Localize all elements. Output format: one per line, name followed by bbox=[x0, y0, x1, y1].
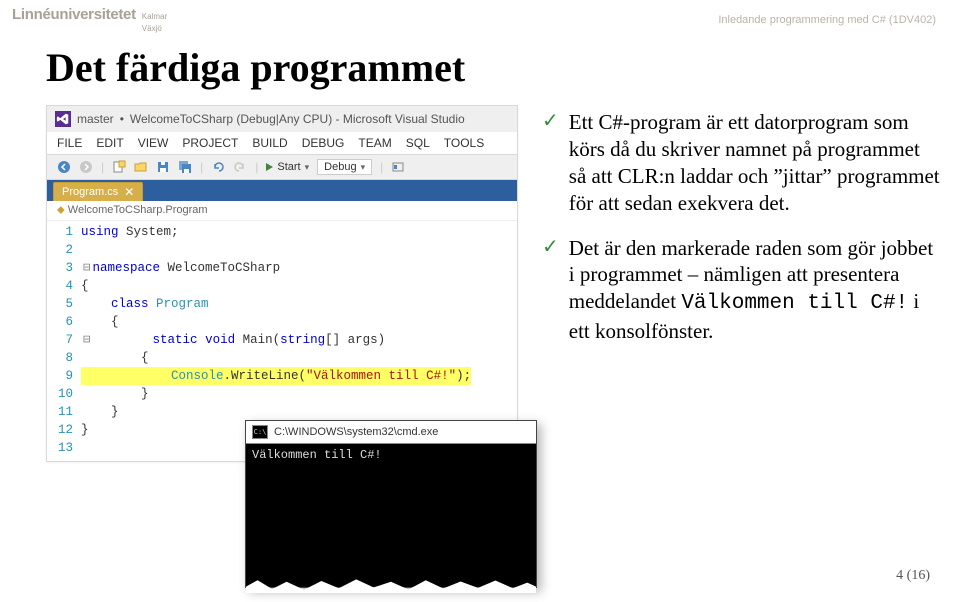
visual-studio-icon bbox=[55, 111, 71, 127]
bullet-text: Ett C#-program är ett datorprogram som k… bbox=[569, 109, 942, 217]
console-titlebar: C:\ C:\WINDOWS\system32\cmd.exe bbox=[246, 421, 536, 444]
menu-debug[interactable]: DEBUG bbox=[302, 136, 345, 150]
console-window: C:\ C:\WINDOWS\system32\cmd.exe Välkomme… bbox=[245, 420, 537, 588]
page-number: 4 (16) bbox=[896, 568, 930, 584]
menu-project[interactable]: PROJECT bbox=[182, 136, 238, 150]
console-title-text: C:\WINDOWS\system32\cmd.exe bbox=[274, 426, 438, 438]
course-name: Inledande programmering med C# (1DV402) bbox=[718, 14, 936, 26]
university-logo: Linnéuniversitetet Kalmar Växjö bbox=[12, 6, 167, 34]
open-file-icon[interactable] bbox=[134, 160, 148, 174]
highlighted-code-line: Console.WriteLine("Välkommen till C#!"); bbox=[81, 367, 471, 385]
chevron-down-icon: ▾ bbox=[305, 162, 310, 173]
vs-titlebar: master • WelcomeToCSharp (Debug|Any CPU)… bbox=[47, 106, 517, 132]
menu-sql[interactable]: SQL bbox=[406, 136, 430, 150]
logo-text: Linnéuniversitetet bbox=[12, 6, 136, 23]
menu-file[interactable]: FILE bbox=[57, 136, 82, 150]
bullet-text: Det är den markerade raden som gör jobbe… bbox=[569, 235, 942, 346]
tab-label: Program.cs bbox=[62, 186, 118, 198]
editor-tab-program[interactable]: Program.cs ✕ bbox=[53, 182, 143, 201]
start-debug-button[interactable]: Start ▾ bbox=[266, 161, 309, 173]
bullet-list: ✓ Ett C#-program är ett datorprogram som… bbox=[542, 105, 942, 363]
menu-view[interactable]: VIEW bbox=[138, 136, 169, 150]
toolbar-extra-icon[interactable] bbox=[391, 160, 405, 174]
save-all-icon[interactable] bbox=[178, 160, 192, 174]
vs-title-branch: master bbox=[77, 112, 114, 126]
code-breadcrumb[interactable]: ⬥ WelcomeToCSharp.Program bbox=[47, 201, 517, 221]
save-icon[interactable] bbox=[156, 160, 170, 174]
slide-title: Det färdiga programmet bbox=[46, 44, 960, 91]
nav-back-icon[interactable] bbox=[57, 160, 71, 174]
menu-build[interactable]: BUILD bbox=[252, 136, 287, 150]
bullet-item: ✓ Det är den markerade raden som gör job… bbox=[542, 235, 942, 346]
undo-icon[interactable] bbox=[211, 160, 225, 174]
editor-tabbar: Program.cs ✕ bbox=[47, 180, 517, 201]
redo-icon[interactable] bbox=[233, 160, 247, 174]
console-output: Välkommen till C#! bbox=[246, 444, 536, 558]
vs-title-text: WelcomeToCSharp (Debug|Any CPU) - Micros… bbox=[130, 112, 465, 126]
nav-fwd-icon[interactable] bbox=[79, 160, 93, 174]
vs-menubar: FILE EDIT VIEW PROJECT BUILD DEBUG TEAM … bbox=[47, 132, 517, 154]
menu-tools[interactable]: TOOLS bbox=[444, 136, 484, 150]
menu-edit[interactable]: EDIT bbox=[96, 136, 123, 150]
close-tab-icon[interactable]: ✕ bbox=[124, 187, 134, 197]
bullet-item: ✓ Ett C#-program är ett datorprogram som… bbox=[542, 109, 942, 217]
new-file-icon[interactable] bbox=[112, 160, 126, 174]
visual-studio-window: master • WelcomeToCSharp (Debug|Any CPU)… bbox=[46, 105, 518, 462]
config-selector[interactable]: Debug ▾ bbox=[317, 159, 372, 175]
menu-team[interactable]: TEAM bbox=[358, 136, 391, 150]
vs-toolbar: | | | Start ▾ bbox=[47, 154, 517, 180]
torn-edge bbox=[246, 557, 536, 587]
check-icon: ✓ bbox=[542, 235, 559, 346]
start-label: Start bbox=[277, 161, 300, 173]
vs-title-sep: • bbox=[120, 112, 124, 126]
cmd-icon: C:\ bbox=[252, 425, 268, 439]
play-icon bbox=[266, 163, 273, 171]
chevron-down-icon: ▾ bbox=[361, 162, 366, 173]
check-icon: ✓ bbox=[542, 109, 559, 217]
logo-subtext: Kalmar Växjö bbox=[142, 10, 167, 34]
